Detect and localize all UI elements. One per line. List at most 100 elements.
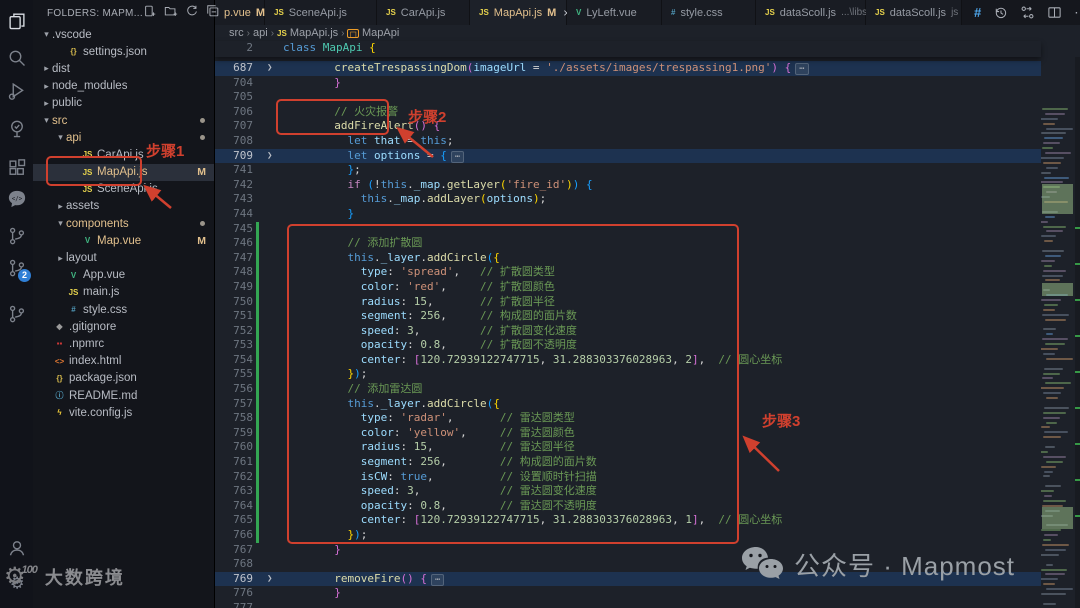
tree-item-main.js[interactable]: JS main.js [33, 284, 214, 301]
tree-item-settings.json[interactable]: {} settings.json [33, 43, 214, 60]
code-line-741[interactable]: 741 }; [215, 163, 1041, 178]
activity-extensions-icon[interactable] [0, 151, 33, 184]
tree-item-vite.config.js[interactable]: ϟ vite.config.js [33, 404, 214, 421]
tree-item-style.css[interactable]: # style.css [33, 301, 214, 318]
tree-item-Map.vue[interactable]: V Map.vue M [33, 232, 214, 249]
code-line-743[interactable]: 743 this._map.addLayer(options); [215, 192, 1041, 207]
code-line-762[interactable]: 762 isCW: true, // 设置顺时针扫描 [215, 469, 1041, 485]
code-line-753[interactable]: 753 opacity: 0.8, // 扩散圆不透明度 [215, 338, 1041, 353]
tree-item-node-modules[interactable]: ▸ node_modules [33, 78, 214, 95]
tab-dataScoll.js[interactable]: JS dataScoll.js ...\libs [756, 0, 867, 25]
code-line-756[interactable]: 756 // 添加雷达圆 [215, 382, 1041, 397]
code-line-757[interactable]: 757 this._layer.addCircle({ [215, 396, 1041, 412]
chevron-right-icon[interactable]: ▸ [55, 253, 66, 264]
tree-item-README.md[interactable]: ⓘ README.md [33, 387, 214, 404]
new-folder-icon[interactable] [164, 4, 178, 23]
refresh-icon[interactable] [185, 4, 199, 23]
code-line-752[interactable]: 752 speed: 3, // 扩散圆变化速度 [215, 323, 1041, 339]
code-line-704[interactable]: 704 } [215, 76, 1041, 91]
tab-dataScoll.js[interactable]: JS dataScoll.js js [866, 0, 962, 25]
activity-source-control-tertiary-icon[interactable] [0, 297, 33, 330]
code-line-761[interactable]: 761 segment: 256, // 构成圆的面片数 [215, 455, 1041, 470]
tree-item-public[interactable]: ▸ public [33, 95, 214, 112]
code-line-746[interactable]: 746 // 添加扩散圆 [215, 236, 1041, 251]
tree-item-.npmrc[interactable]: ▪▪ .npmrc [33, 335, 214, 352]
sticky-scroll-line[interactable]: 2 class MapApi { [215, 41, 1041, 57]
code-line-769[interactable]: 769 ❯ removeFire() {⋯ [215, 571, 1041, 587]
tree-item-src[interactable]: ▾ src [33, 112, 214, 129]
code-line-759[interactable]: 759 color: 'yellow', // 雷达圆颜色 [215, 425, 1041, 441]
tab-MapApi.js[interactable]: JSMapApi.jsM× [470, 0, 570, 25]
code-line-766[interactable]: 766 }); [215, 528, 1041, 543]
code-line-776[interactable]: 776 } [215, 586, 1041, 601]
code-line-758[interactable]: 758 type: 'radar', // 雷达圆类型 [215, 411, 1041, 426]
activity-settings-icon[interactable]: ⚙ [0, 566, 33, 599]
code-line-707[interactable]: 707 addFireAlert() { [215, 119, 1041, 134]
tree-item-components[interactable]: ▾ components [33, 215, 214, 232]
code-line-767[interactable]: 767 } [215, 543, 1041, 558]
code-line-705[interactable]: 705 [215, 90, 1041, 105]
activity-run-debug-icon[interactable] [0, 74, 33, 107]
code-line-754[interactable]: 754 center: [120.72939122747715, 31.2883… [215, 352, 1041, 368]
code-line-764[interactable]: 764 opacity: 0.8, // 雷达圆不透明度 [215, 498, 1041, 514]
split-editor-icon[interactable] [1047, 5, 1062, 20]
code-line-709[interactable]: 709 ❯ let options = {⋯ [215, 148, 1041, 164]
collapse-all-icon[interactable] [206, 4, 220, 23]
activity-search-icon[interactable] [0, 41, 33, 74]
activity-account-icon[interactable] [0, 531, 33, 564]
chevron-right-icon[interactable]: ▸ [55, 201, 66, 212]
vertical-scrollbar[interactable] [1075, 57, 1080, 608]
tab-LyLeft.vue[interactable]: V LyLeft.vue [567, 0, 662, 25]
hash-action-icon[interactable]: # [974, 5, 981, 20]
chevron-down-icon[interactable]: ▾ [41, 115, 52, 126]
chevron-right-icon[interactable]: ▸ [41, 63, 52, 74]
code-line-750[interactable]: 750 radius: 15, // 扩散圆半径 [215, 294, 1041, 310]
tab-SceneApi.js[interactable]: JS SceneApi.js [265, 0, 377, 25]
breadcrumb-item-MapApi[interactable]: ◻ MapApi [347, 27, 399, 39]
activity-test-tree-icon[interactable] [0, 112, 33, 145]
breadcrumb-item-api[interactable]: api [253, 27, 268, 39]
timeline-icon[interactable] [993, 5, 1008, 20]
code-line-765[interactable]: 765 center: [120.72939122747715, 31.2883… [215, 513, 1041, 528]
code-line-749[interactable]: 749 color: 'red', // 扩散圆颜色 [215, 279, 1041, 295]
code-line-706[interactable]: 706 // 火灾报警 [215, 105, 1041, 120]
tree-item-.vscode[interactable]: ▾ .vscode [33, 26, 214, 43]
tree-item-api[interactable]: ▾ api [33, 129, 214, 146]
code-line-763[interactable]: 763 speed: 3, // 雷达圆变化速度 [215, 484, 1041, 499]
fold-chevron-icon[interactable]: ❯ [267, 149, 279, 164]
tree-item-App.vue[interactable]: V App.vue [33, 267, 214, 284]
tree-item-assets[interactable]: ▸ assets [33, 198, 214, 215]
minimap[interactable] [1041, 57, 1075, 608]
code-line-708[interactable]: 708 let that = this; [215, 134, 1041, 149]
chevron-down-icon[interactable]: ▾ [55, 132, 66, 143]
breadcrumb-item-src[interactable]: src [229, 27, 244, 39]
tree-item-dist[interactable]: ▸ dist [33, 60, 214, 77]
code-line-687[interactable]: 687 ❯ createTrespassingDom(imageUrl = './… [215, 61, 1041, 76]
tab-style.css[interactable]: # style.css [662, 0, 756, 25]
code-line-777[interactable]: 777 [215, 601, 1041, 608]
code-lines[interactable]: 687 ❯ createTrespassingDom(imageUrl = './… [215, 61, 1041, 608]
breadcrumb-item-MapApi.js[interactable]: JS MapApi.js [277, 27, 338, 39]
tree-item-MapApi.js[interactable]: JS MapApi.js M [33, 163, 214, 181]
code-line-760[interactable]: 760 radius: 15, // 雷达圆半径 [215, 440, 1041, 456]
tree-item-SceneApi.js[interactable]: JS SceneApi.js [33, 181, 214, 198]
chevron-right-icon[interactable]: ▸ [41, 98, 52, 109]
tree-item-index.html[interactable]: <> index.html [33, 353, 214, 370]
code-line-747[interactable]: 747 this._layer.addCircle({ [215, 250, 1041, 266]
code-line-745[interactable]: 745 [215, 221, 1041, 237]
activity-source-control-secondary-icon[interactable]: 2 [0, 251, 33, 284]
code-line-744[interactable]: 744 } [215, 207, 1041, 222]
code-area[interactable]: 687 ❯ createTrespassingDom(imageUrl = './… [215, 57, 1080, 608]
chevron-down-icon[interactable]: ▾ [55, 218, 66, 229]
tree-item-layout[interactable]: ▸ layout [33, 249, 214, 266]
new-file-icon[interactable] [143, 4, 157, 23]
fold-chevron-icon[interactable]: ❯ [267, 572, 279, 587]
activity-explorer-icon[interactable] [0, 4, 33, 37]
tree-item-package.json[interactable]: {} package.json [33, 370, 214, 387]
tab-p.vue[interactable]: p.vue M [215, 0, 265, 25]
activity-source-control-icon[interactable] [0, 219, 33, 252]
code-line-742[interactable]: 742 if (!this._map.getLayer('fire_id')) … [215, 178, 1041, 193]
activity-chat-code-icon[interactable]: </> [0, 182, 33, 215]
code-line-768[interactable]: 768 [215, 557, 1041, 572]
code-line-755[interactable]: 755 }); [215, 367, 1041, 383]
